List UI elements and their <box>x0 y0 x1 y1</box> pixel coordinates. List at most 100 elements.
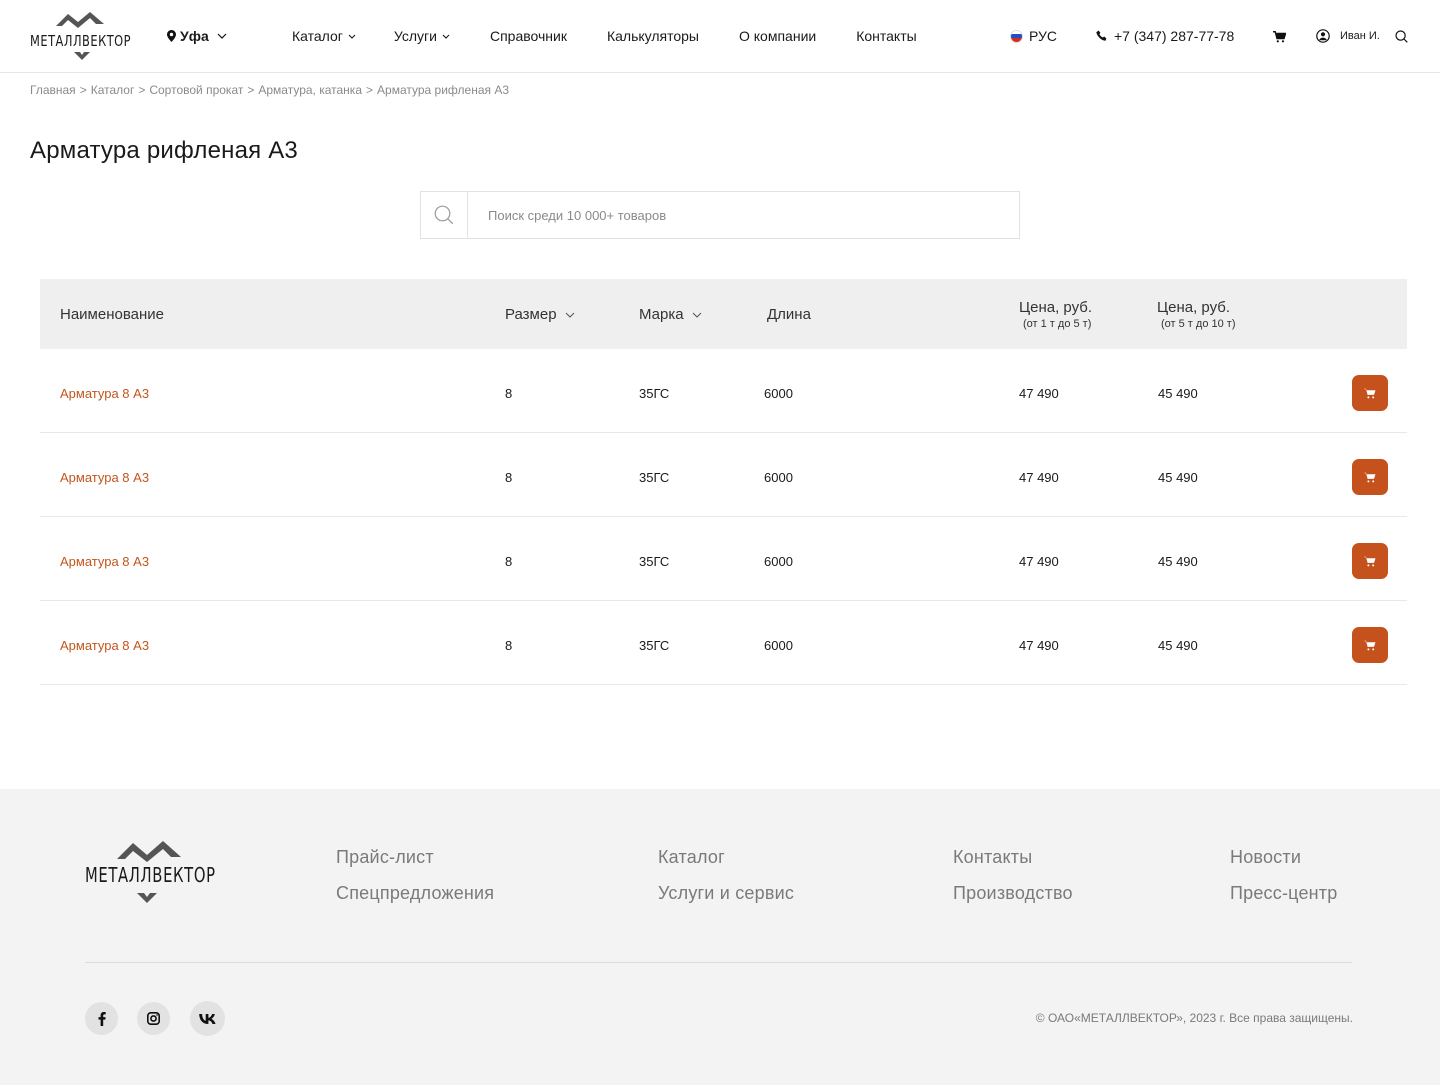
search-input[interactable] <box>468 192 1019 238</box>
instagram-icon <box>147 1012 160 1025</box>
column-label: Цена, руб. <box>1157 299 1231 316</box>
add-to-cart-button[interactable] <box>1352 543 1388 579</box>
column-length: Длина <box>767 306 811 323</box>
breadcrumb-item[interactable]: Арматура, катанка <box>258 83 362 97</box>
footer-link-special-offers[interactable]: Спецпредложения <box>336 883 494 904</box>
phone-number: +7 (347) 287-77-78 <box>1114 28 1235 44</box>
cart-button[interactable] <box>1273 30 1287 48</box>
product-price-1-5: 47 490 <box>1019 638 1059 653</box>
social-facebook-button[interactable] <box>85 1002 118 1035</box>
product-grade: 35ГС <box>639 638 670 653</box>
product-length: 6000 <box>764 554 793 569</box>
nav-item-calculators[interactable]: Калькуляторы <box>607 28 699 44</box>
logo-text: МЕТАЛЛВЕКТОР <box>30 32 132 50</box>
breadcrumb-item[interactable]: Сортовой прокат <box>149 83 243 97</box>
product-price-1-5: 47 490 <box>1019 554 1059 569</box>
table-row: Арматура 8 А3 8 35ГС 6000 47 490 45 490 <box>40 517 1407 601</box>
vk-icon <box>199 1013 216 1024</box>
location-pin-icon <box>167 30 176 42</box>
facebook-icon <box>98 1011 106 1026</box>
city-selector[interactable]: Уфа <box>167 28 227 44</box>
user-account[interactable]: Иван И. <box>1316 29 1380 43</box>
column-grade-sort[interactable]: Марка <box>639 306 702 323</box>
footer-link-press-center[interactable]: Пресс-центр <box>1230 883 1337 904</box>
column-label: Длина <box>767 306 811 323</box>
column-note: (от 1 т до 5 т) <box>1023 318 1092 330</box>
phone-icon <box>1096 30 1107 41</box>
nav-item-catalog[interactable]: Каталог <box>292 28 356 44</box>
user-name: Иван И. <box>1340 30 1380 42</box>
nav-item-services[interactable]: Услуги <box>394 28 450 44</box>
language-label: РУС <box>1029 28 1058 44</box>
breadcrumb-current: Арматура рифленая А3 <box>377 83 510 97</box>
product-size: 8 <box>505 554 513 569</box>
site-footer: МЕТАЛЛВЕКТОР Прайс-лист Спецпредложения … <box>0 789 1440 1085</box>
nav-item-contacts[interactable]: Контакты <box>856 28 916 44</box>
social-instagram-button[interactable] <box>137 1002 170 1035</box>
footer-link-services[interactable]: Услуги и сервис <box>658 883 794 904</box>
footer-logo[interactable]: МЕТАЛЛВЕКТОР <box>85 839 220 904</box>
column-name: Наименование <box>60 306 164 323</box>
city-label: Уфа <box>180 28 209 44</box>
product-length: 6000 <box>764 638 793 653</box>
breadcrumb: Главная > Каталог > Сортовой прокат > Арматура… <box>30 83 509 97</box>
footer-link-catalog[interactable]: Каталог <box>658 847 725 868</box>
breadcrumb-separator: > <box>366 83 374 97</box>
column-label: Наименование <box>60 306 164 323</box>
cart-icon <box>1273 31 1287 43</box>
footer-link-contacts[interactable]: Контакты <box>953 847 1032 868</box>
product-size: 8 <box>505 386 513 401</box>
logo[interactable]: МЕТАЛЛВЕКТОР <box>30 10 132 62</box>
column-size-sort[interactable]: Размер <box>505 306 575 323</box>
nav-label: Контакты <box>856 28 917 44</box>
add-to-cart-button[interactable] <box>1352 627 1388 663</box>
product-price-1-5: 47 490 <box>1019 386 1059 401</box>
nav-label: Справочник <box>489 28 567 44</box>
product-name-link[interactable]: Арматура 8 А3 <box>60 638 149 653</box>
product-price-1-5: 47 490 <box>1019 470 1059 485</box>
add-to-cart-button[interactable] <box>1352 459 1388 495</box>
breadcrumb-separator: > <box>138 83 146 97</box>
header-search-button[interactable] <box>1395 30 1408 48</box>
flag-ru-icon <box>1010 29 1023 43</box>
search-icon <box>1395 30 1408 43</box>
breadcrumb-item[interactable]: Главная <box>30 83 76 97</box>
product-search <box>420 191 1020 239</box>
cart-icon <box>1364 640 1376 650</box>
phone-link[interactable]: +7 (347) 287-77-78 <box>1096 28 1234 44</box>
product-price-5-10: 45 490 <box>1158 638 1198 653</box>
column-note: (от 5 т до 10 т) <box>1161 318 1236 330</box>
product-name-link[interactable]: Арматура 8 А3 <box>60 470 149 485</box>
cart-icon <box>1364 556 1376 566</box>
footer-link-news[interactable]: Новости <box>1230 847 1301 868</box>
column-label: Марка <box>639 306 684 323</box>
language-selector[interactable]: РУС <box>1010 28 1057 44</box>
main-nav: Каталог Услуги Справочник Калькуляторы О… <box>292 28 917 44</box>
product-name-link[interactable]: Арматура 8 А3 <box>60 386 149 401</box>
product-price-5-10: 45 490 <box>1158 386 1198 401</box>
column-label: Размер <box>505 306 557 323</box>
column-label: Цена, руб. <box>1019 299 1093 316</box>
product-length: 6000 <box>764 386 793 401</box>
footer-logo-text: МЕТАЛЛВЕКТОР <box>85 863 216 887</box>
product-length: 6000 <box>764 470 793 485</box>
nav-label: О компании <box>739 28 817 44</box>
product-grade: 35ГС <box>639 386 670 401</box>
product-name-link[interactable]: Арматура 8 А3 <box>60 554 149 569</box>
footer-link-price-list[interactable]: Прайс-лист <box>336 847 434 868</box>
copyright: © ОАО«МЕТАЛЛВЕКТОР», 2023 г. Все права з… <box>1035 1011 1353 1025</box>
breadcrumb-item[interactable]: Каталог <box>91 83 135 97</box>
nav-item-about[interactable]: О компании <box>739 28 816 44</box>
table-row: Арматура 8 А3 8 35ГС 6000 47 490 45 490 <box>40 349 1407 433</box>
footer-link-production[interactable]: Производство <box>953 883 1073 904</box>
social-vk-button[interactable] <box>190 1001 225 1036</box>
table-row: Арматура 8 А3 8 35ГС 6000 47 490 45 490 <box>40 601 1407 685</box>
search-submit-button[interactable] <box>421 192 468 238</box>
add-to-cart-button[interactable] <box>1352 375 1388 411</box>
nav-item-reference[interactable]: Справочник <box>490 28 567 44</box>
breadcrumb-separator: > <box>79 83 87 97</box>
nav-label: Калькуляторы <box>606 28 699 44</box>
chevron-down-icon <box>565 312 574 318</box>
site-header: МЕТАЛЛВЕКТОР Уфа Каталог Услуги Справочн… <box>0 0 1440 73</box>
product-price-5-10: 45 490 <box>1158 470 1198 485</box>
